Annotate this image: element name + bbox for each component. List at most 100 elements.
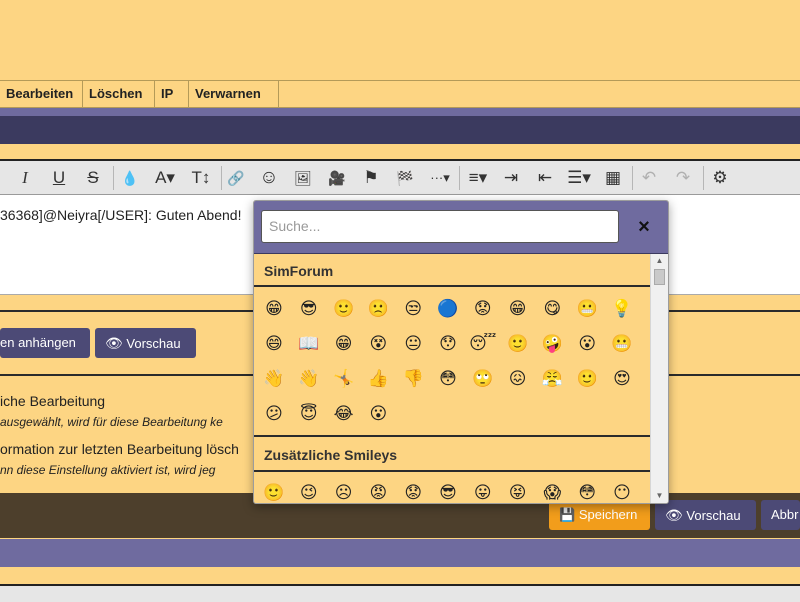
smiley-icon[interactable]: 😟 — [398, 478, 428, 503]
scroll-up-icon[interactable]: ▲ — [651, 254, 668, 268]
smiley-icon[interactable]: 😵 — [363, 329, 393, 359]
smiley-icon[interactable]: 😬 — [607, 329, 637, 359]
undo-button[interactable]: ↶ — [635, 161, 663, 195]
smiley-icon[interactable]: 😇 — [294, 399, 324, 429]
editor-toolbar: I U S 💧 A▾ T↕ 🔗 ☺ 🖼 🎥 ⚑ 🏁 ···▾ ≡▾ ⇥ ⇤ ☰▾… — [0, 159, 800, 195]
preview-footer-label: Vorschau — [686, 508, 741, 523]
smiley-icon[interactable]: 😁 — [259, 294, 289, 324]
post-action-bar: Bearbeiten Löschen IP Verwarnen — [0, 80, 800, 108]
smiley-icon[interactable]: 😡 — [363, 478, 393, 503]
scroll-thumb[interactable] — [654, 269, 665, 285]
smiley-icon[interactable]: 😒 — [398, 294, 428, 324]
smiley-icon[interactable]: 😳 — [433, 364, 463, 394]
delete-link[interactable]: Löschen — [83, 81, 155, 107]
smiley-icon[interactable]: 👎 — [398, 364, 428, 394]
align-button[interactable]: ≡▾ — [462, 161, 494, 195]
smiley-icon[interactable]: 😖 — [503, 364, 533, 394]
smiley-icon[interactable]: 😳 — [572, 478, 602, 503]
section-divider — [254, 435, 650, 437]
smiley-icon[interactable]: 😬 — [572, 294, 602, 324]
smiley-icon[interactable]: 😐 — [398, 329, 428, 359]
section-title-additional: Zusätzliche Smileys — [264, 447, 398, 463]
smiley-icon[interactable]: 😁 — [503, 294, 533, 324]
font-family-button[interactable]: A▾ — [148, 161, 182, 195]
redo-button[interactable]: ↷ — [669, 161, 697, 195]
smiley-icon[interactable]: 💡 — [607, 294, 637, 324]
smiley-icon[interactable]: 🔵 — [433, 294, 463, 324]
smiley-icon[interactable]: 😶 — [607, 478, 637, 503]
smiley-icon[interactable]: 😍 — [607, 364, 637, 394]
video-button[interactable]: 🎥 — [323, 161, 351, 195]
table-button[interactable]: ▦ — [599, 161, 627, 195]
smiley-icon[interactable]: 😮 — [363, 399, 393, 429]
link-button[interactable]: 🔗 — [222, 161, 250, 195]
toolbar-divider — [113, 166, 114, 190]
smiley-icon[interactable]: 😝 — [503, 478, 533, 503]
smiley-icon[interactable]: 😱 — [537, 478, 567, 503]
smiley-icon[interactable]: 🤪 — [537, 329, 567, 359]
smiley-icon[interactable]: 🙂 — [259, 478, 289, 503]
text-color-button[interactable]: 💧 — [116, 161, 144, 195]
smiley-icon[interactable]: 😎 — [433, 478, 463, 503]
smiley-icon[interactable]: 😋 — [537, 294, 567, 324]
smiley-icon[interactable]: 😤 — [537, 364, 567, 394]
smilies-grid-simforum: 😁 😎 🙂 🙁 😒 🔵 😟 😁 😋 😬 💡 😄 📖 😁 😵 😐 😯 😴 🙂 🤪 😮 😬 👋 👋 🤸 👍 👎 😳 🙄 😖 😤 🙂 😍 😕 😇 😂 😮 — [259, 294, 649, 434]
smiley-icon[interactable]: 😮 — [572, 329, 602, 359]
smilies-search-input[interactable]: Suche... — [261, 210, 619, 243]
smiley-icon[interactable]: 👋 — [294, 364, 324, 394]
smiley-icon[interactable]: 😛 — [468, 478, 498, 503]
smilies-button[interactable]: ☺ — [255, 161, 283, 195]
clear-edit-info-description: nn diese Einstellung aktiviert ist, wird… — [0, 463, 216, 477]
smiley-icon[interactable]: 😉 — [294, 478, 324, 503]
indent-button[interactable]: ⇥ — [497, 161, 525, 195]
preview-footer-button[interactable]: 👁 Vorschau — [655, 500, 756, 530]
section-header — [0, 116, 800, 144]
more-button[interactable]: ···▾ — [424, 161, 456, 195]
smiley-icon[interactable]: 😕 — [259, 399, 289, 429]
save-button[interactable]: 💾 Speichern — [549, 500, 650, 530]
smiley-icon[interactable]: 😄 — [259, 329, 289, 359]
smiley-icon[interactable]: 😁 — [329, 329, 359, 359]
silent-edit-option[interactable]: iche Bearbeitung — [0, 393, 105, 409]
smiley-icon[interactable]: 🙄 — [468, 364, 498, 394]
attach-files-button[interactable]: en anhängen — [0, 328, 90, 358]
settings-button[interactable]: ⚙ — [706, 161, 734, 195]
cancel-button[interactable]: Abbr — [761, 500, 800, 530]
ip-link[interactable]: IP — [155, 81, 189, 107]
italic-button[interactable]: I — [10, 161, 40, 195]
smiley-icon[interactable]: ☹ — [329, 478, 359, 503]
smiley-icon[interactable]: 🤸 — [329, 364, 359, 394]
underline-button[interactable]: U — [44, 161, 74, 195]
picker-scrollbar[interactable]: ▲ ▼ — [650, 254, 668, 503]
smiley-icon[interactable]: 😟 — [468, 294, 498, 324]
warn-link[interactable]: Verwarnen — [189, 81, 279, 107]
smiley-icon[interactable]: 🙁 — [363, 294, 393, 324]
smiley-icon[interactable]: 🙂 — [329, 294, 359, 324]
list-button[interactable]: ☰▾ — [563, 161, 595, 195]
smiley-icon[interactable]: 😯 — [433, 329, 463, 359]
font-size-button[interactable]: T↕ — [184, 161, 218, 195]
section-strip — [0, 539, 800, 567]
clear-edit-info-option[interactable]: ormation zur letzten Bearbeitung lösch — [0, 441, 239, 457]
editor-toolbar-secondary — [0, 584, 800, 602]
spoiler-button[interactable]: 🏁 — [391, 161, 419, 195]
edit-link[interactable]: Bearbeiten — [0, 81, 83, 107]
smiley-icon[interactable]: 😎 — [294, 294, 324, 324]
preview-button[interactable]: 👁 Vorschau — [95, 328, 196, 358]
close-icon[interactable]: × — [632, 215, 656, 239]
cancel-label: Abbr — [771, 507, 799, 522]
smiley-icon[interactable]: 🙂 — [572, 364, 602, 394]
smiley-icon[interactable]: 👍 — [363, 364, 393, 394]
smiley-icon[interactable]: 😂 — [329, 399, 359, 429]
scroll-down-icon[interactable]: ▼ — [651, 489, 668, 503]
smiley-icon[interactable]: 😴 — [468, 329, 498, 359]
section-divider — [254, 285, 650, 287]
smiley-icon[interactable]: 📖 — [294, 329, 324, 359]
image-button[interactable]: 🖼 — [289, 161, 317, 195]
section-strip — [0, 108, 800, 116]
smiley-icon[interactable]: 🙂 — [503, 329, 533, 359]
flag-button[interactable]: ⚑ — [357, 161, 385, 195]
outdent-button[interactable]: ⇤ — [531, 161, 559, 195]
strikethrough-button[interactable]: S — [78, 161, 108, 195]
smiley-icon[interactable]: 👋 — [259, 364, 289, 394]
